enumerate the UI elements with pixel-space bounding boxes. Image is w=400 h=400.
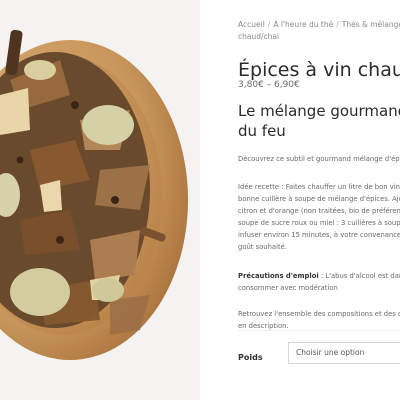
weight-label: Poids bbox=[238, 353, 263, 362]
subtitle-line-1: Le mélange gourmand au coin bbox=[238, 102, 400, 120]
breadcrumb-tea-time[interactable]: À l'heure du thé bbox=[273, 20, 333, 29]
recipe-line-2: bonne cuillère à soupe de mélange d'épic… bbox=[238, 195, 400, 203]
intro-line: Découvrez ce subtil et gourmand mélange … bbox=[238, 155, 400, 163]
recipe-line-6: goût souhaité. bbox=[238, 243, 287, 251]
recipe-line-1: Idée recette : Faites chauffer un litre … bbox=[238, 183, 400, 191]
breadcrumb-spice-blends[interactable]: Thés & mélanges d'épices bbox=[342, 20, 400, 29]
product-image[interactable] bbox=[0, 0, 200, 400]
breadcrumb-home[interactable]: Accueil bbox=[238, 20, 265, 29]
weight-select[interactable]: Choisir une option bbox=[288, 342, 400, 364]
recipe-line-5: infuser environ 15 minutes, à votre conv… bbox=[238, 231, 400, 239]
product-price: 3,80€ – 6,90€ bbox=[238, 80, 300, 90]
more-line-1: Retrouvez l'ensemble des compositions et… bbox=[238, 310, 400, 318]
recipe-line-4: soupe de sucre roux ou miel : 3 cuillère… bbox=[238, 219, 400, 227]
breadcrumb-current: chaud/chai bbox=[238, 32, 280, 41]
recipe-text: Idée recette : Faites chauffer un litre … bbox=[238, 181, 400, 253]
caution-label: Précautions d'emploi bbox=[238, 272, 319, 280]
caution-line-1: : L'abus d'alcool est dangereux bbox=[320, 272, 400, 280]
product-title: Épices à vin chaud/chai bbox=[238, 58, 400, 81]
caution-text: Précautions d'emploi : L'abus d'alcool e… bbox=[238, 270, 400, 294]
spice-bowl-image bbox=[0, 0, 200, 400]
divider bbox=[238, 330, 400, 331]
caution-line-2: consommer avec modération bbox=[238, 284, 338, 292]
product-info: Accueil/À l'heure du thé/Thés & mélanges… bbox=[238, 0, 400, 400]
product-subtitle: Le mélange gourmand au coin du feu bbox=[238, 101, 400, 141]
more-info-text: Retrouvez l'ensemble des compositions et… bbox=[238, 308, 400, 332]
intro-text: Découvrez ce subtil et gourmand mélange … bbox=[238, 153, 400, 165]
recipe-line-3: citron et d'orange (non traitées, bio de… bbox=[238, 207, 400, 215]
breadcrumb: Accueil/À l'heure du thé/Thés & mélanges… bbox=[238, 19, 400, 43]
subtitle-line-2: du feu bbox=[238, 122, 286, 140]
